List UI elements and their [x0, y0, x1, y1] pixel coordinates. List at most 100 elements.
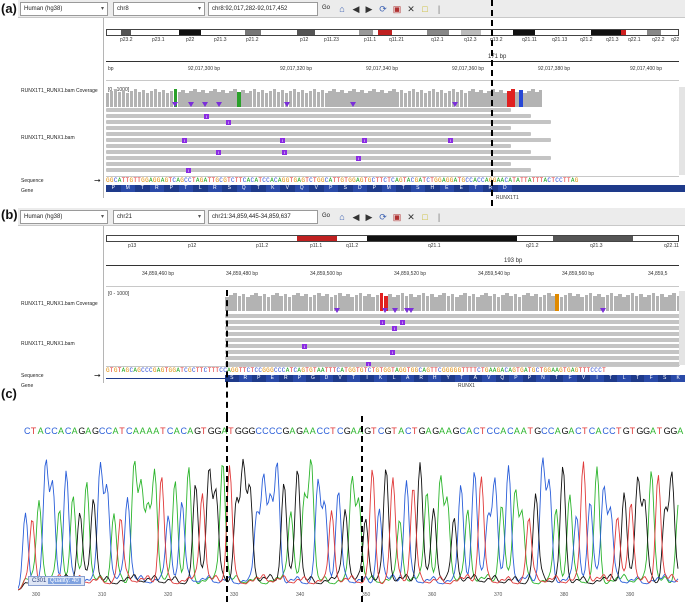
aligned-read[interactable]	[225, 326, 680, 330]
base-call: A	[112, 426, 119, 436]
aligned-read[interactable]	[106, 126, 511, 130]
amino-acid: P	[509, 375, 523, 382]
go-button[interactable]: Go	[319, 210, 333, 224]
region-icon[interactable]: ▣	[391, 211, 403, 223]
axis-tick-label: 340	[296, 592, 305, 598]
aligned-read[interactable]	[106, 162, 511, 166]
locus-input[interactable]: chr8:92,017,282-92,017,452	[208, 2, 318, 16]
coverage-bar	[542, 295, 547, 311]
chevron-down-icon: ▾	[100, 6, 104, 12]
coverage-bar	[241, 90, 245, 107]
region-icon[interactable]: ▣	[391, 3, 403, 15]
close-icon[interactable]: ✕	[405, 211, 417, 223]
base-call: T	[371, 426, 377, 436]
go-button[interactable]: Go	[319, 2, 333, 16]
band-label: q21.11	[522, 37, 537, 43]
base-call: A	[302, 426, 309, 436]
insertion-marker: I	[186, 168, 191, 173]
aligned-read[interactable]	[225, 320, 685, 324]
base-call: A	[71, 426, 78, 436]
gene-track-b[interactable]: SRPERPGDVTIKLARHYTAVQPPNTFVITLTFSK	[225, 375, 685, 382]
coverage-bar	[360, 90, 364, 107]
coverage-bar	[367, 294, 371, 311]
band-label: q22.2	[652, 37, 665, 43]
scrollbar-a[interactable]	[679, 87, 685, 175]
coverage-bar	[346, 294, 350, 311]
coverage-track-b[interactable]	[225, 291, 685, 311]
ideogram-a[interactable]	[106, 29, 679, 36]
base-call: T	[615, 426, 622, 436]
forward-icon[interactable]: ▶	[363, 211, 375, 223]
span-label-b: 193 bp	[504, 258, 523, 264]
insertion-marker: I	[204, 114, 209, 119]
popup-icon[interactable]: □	[419, 211, 431, 223]
ideogram-b[interactable]	[106, 235, 679, 242]
aligned-read[interactable]	[106, 138, 551, 142]
coverage-bar	[249, 91, 253, 107]
coverage-bar	[272, 89, 277, 107]
back-icon[interactable]: ◀	[350, 211, 362, 223]
coverage-bar	[141, 90, 146, 107]
coverage-bar	[622, 297, 626, 311]
coverage-bar	[559, 297, 564, 311]
aligned-read[interactable]	[106, 150, 531, 154]
base-call: C	[44, 426, 51, 436]
aligned-read[interactable]	[106, 108, 511, 112]
ruler-tick-label: 92,017,300 bp	[188, 66, 220, 72]
refresh-icon[interactable]: ⟳	[377, 211, 389, 223]
base-call: C	[575, 426, 582, 436]
aligned-read[interactable]	[225, 356, 685, 360]
alignment-track-a[interactable]: I I I I I I I I I I	[106, 102, 679, 174]
coverage-bar	[312, 295, 317, 311]
coverage-bar	[515, 92, 519, 107]
forward-icon[interactable]: ▶	[363, 3, 375, 15]
aligned-read[interactable]	[106, 132, 531, 136]
aligned-read[interactable]	[106, 144, 511, 148]
sequence-arrow-icon[interactable]: ➞	[94, 371, 101, 380]
locus-input[interactable]: chr21:34,859,445-34,859,637	[208, 210, 318, 224]
trace-line-a	[18, 459, 679, 591]
genome-select[interactable]: Human (hg38) ▾	[20, 2, 108, 16]
axis-tick-label: 370	[494, 592, 503, 598]
home-icon[interactable]: ⌂	[336, 3, 348, 15]
aligned-read[interactable]	[225, 332, 685, 336]
insertion-triangle-icon	[452, 102, 458, 107]
aligned-read[interactable]	[106, 120, 551, 124]
chromosome-select[interactable]: chr8 ▾	[113, 2, 205, 16]
coverage-bar	[317, 293, 321, 311]
coverage-bar	[483, 93, 487, 107]
aligned-read[interactable]	[225, 350, 680, 354]
refresh-icon[interactable]: ⟳	[377, 3, 389, 15]
aligned-read[interactable]	[106, 168, 531, 172]
coverage-bar	[626, 295, 631, 311]
aligned-read[interactable]	[106, 114, 531, 118]
sequence-arrow-icon[interactable]: ➞	[94, 176, 101, 185]
coverage-bar	[291, 295, 296, 311]
aligned-read[interactable]	[225, 344, 685, 348]
aligned-read[interactable]	[106, 156, 551, 160]
back-icon[interactable]: ◀	[350, 3, 362, 15]
band-label: p23.2	[120, 37, 133, 43]
genome-select[interactable]: Human (hg38) ▾	[20, 210, 108, 224]
chromatogram[interactable]	[18, 440, 685, 600]
breakpoint-marker-a	[491, 0, 493, 206]
aligned-read[interactable]	[225, 338, 680, 342]
coverage-bar	[283, 294, 288, 311]
chromosome-select[interactable]: chr21 ▾	[113, 210, 205, 224]
name-panel-a: RUNX1T1_RUNX1.bam Coverage RUNX1T1_RUNX1…	[18, 18, 104, 198]
home-icon[interactable]: ⌂	[336, 211, 348, 223]
coverage-bar	[129, 91, 134, 107]
base-call: A	[139, 426, 146, 436]
gene-track-a[interactable]: PMTRPTLRSQTKVQVPSDPMTSHEETRD	[106, 185, 685, 192]
alignment-track-b[interactable]: IIIIII	[106, 308, 685, 367]
base-call: C	[126, 426, 133, 436]
coverage-bar	[634, 296, 639, 311]
band-label: q11.21	[389, 37, 404, 43]
close-icon[interactable]: ✕	[405, 3, 417, 15]
coverage-bar	[417, 295, 422, 311]
band-label: q21.3	[606, 37, 619, 43]
scrollbar-b[interactable]	[679, 291, 685, 365]
amino-acid: T	[603, 375, 618, 382]
popup-icon[interactable]: □	[419, 3, 431, 15]
aligned-read[interactable]	[225, 314, 680, 318]
